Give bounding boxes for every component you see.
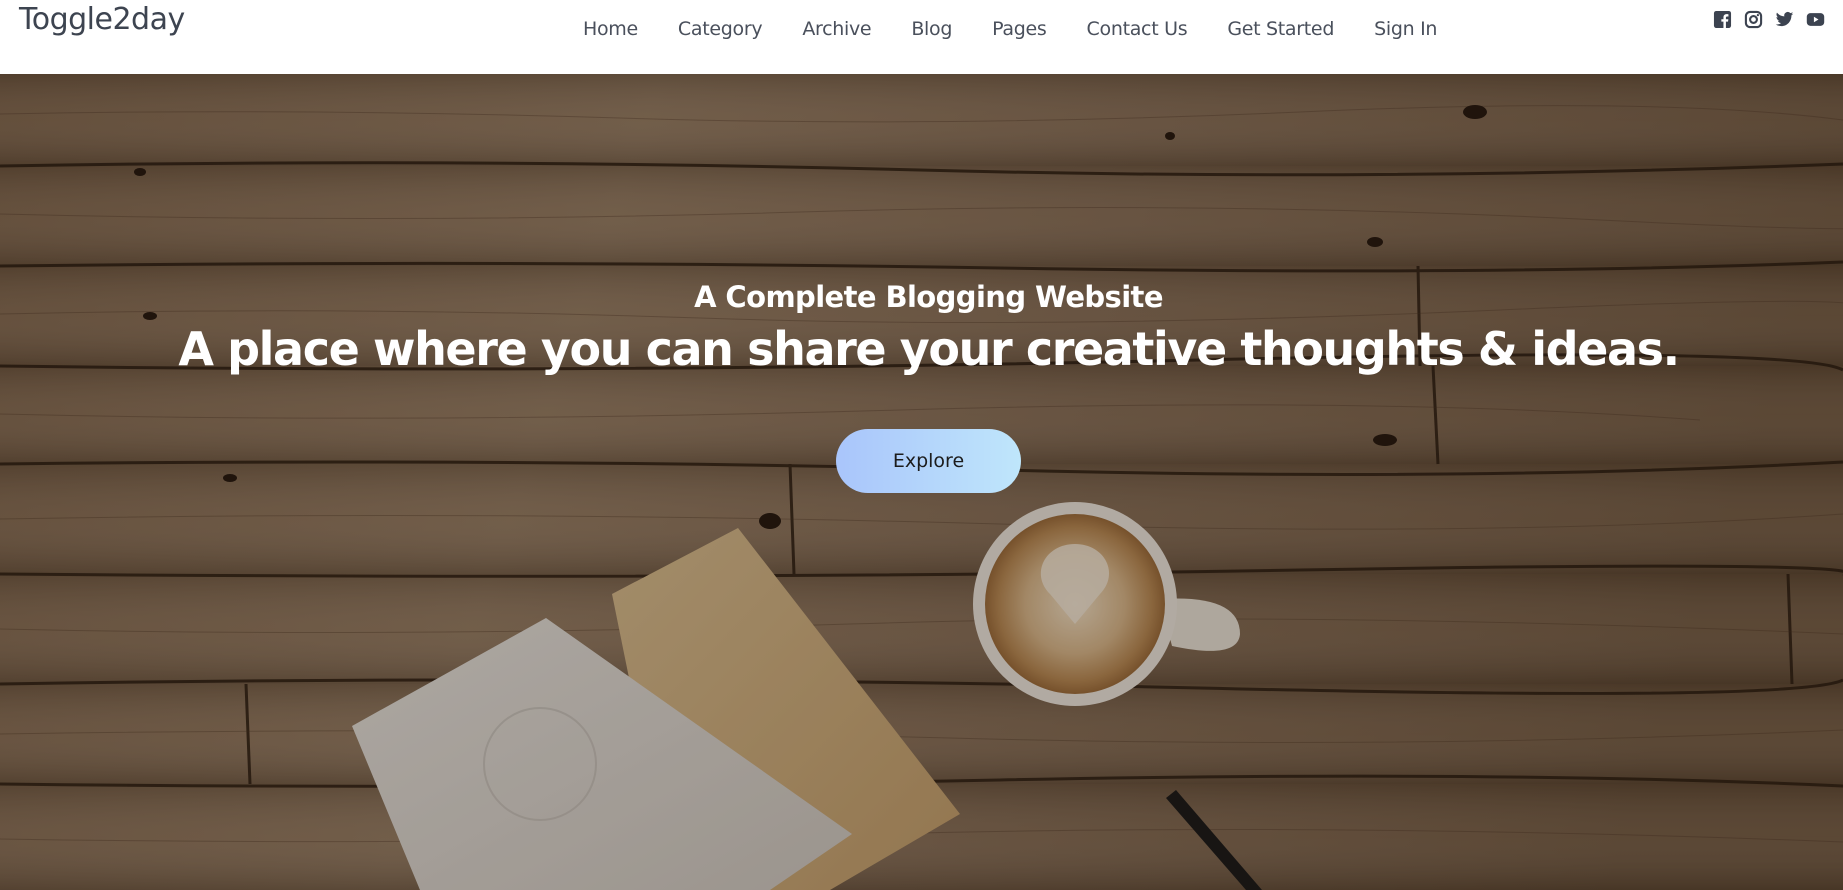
- nav-item-archive[interactable]: Archive: [802, 18, 871, 40]
- main-nav: Home Category Archive Blog Pages Contact…: [583, 14, 1477, 44]
- facebook-icon[interactable]: [1713, 10, 1732, 29]
- hero-subtitle: A Complete Blogging Website: [694, 280, 1163, 314]
- hero-section: A Complete Blogging Website A place wher…: [0, 74, 1843, 890]
- explore-button[interactable]: Explore: [836, 429, 1021, 493]
- nav-item-sign-in[interactable]: Sign In: [1374, 18, 1437, 40]
- nav-item-blog[interactable]: Blog: [911, 18, 952, 40]
- instagram-icon[interactable]: [1744, 10, 1763, 29]
- site-logo[interactable]: Toggle2day: [19, 2, 185, 37]
- social-links: [1713, 10, 1825, 29]
- nav-item-category[interactable]: Category: [678, 18, 763, 40]
- youtube-icon[interactable]: [1806, 10, 1825, 29]
- hero-title: A place where you can share your creativ…: [178, 322, 1680, 376]
- twitter-icon[interactable]: [1775, 10, 1794, 29]
- nav-item-pages[interactable]: Pages: [992, 18, 1047, 40]
- site-header: Toggle2day Home Category Archive Blog Pa…: [0, 0, 1843, 74]
- nav-item-home[interactable]: Home: [583, 18, 638, 40]
- nav-item-contact-us[interactable]: Contact Us: [1087, 18, 1188, 40]
- nav-item-get-started[interactable]: Get Started: [1227, 18, 1334, 40]
